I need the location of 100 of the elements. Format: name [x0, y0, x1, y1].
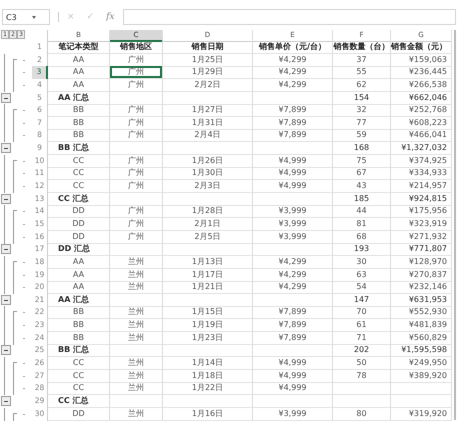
collapse-button[interactable] — [1, 396, 11, 406]
table-cell[interactable]: 兰州 — [110, 268, 163, 282]
table-cell[interactable] — [253, 243, 333, 256]
table-cell[interactable]: 50 — [333, 357, 391, 370]
table-cell[interactable] — [110, 394, 163, 408]
table-cell[interactable] — [253, 142, 333, 156]
table-cell[interactable]: ¥3,999 — [253, 230, 333, 244]
table-cell[interactable]: ¥266,538 — [391, 78, 452, 92]
table-cell[interactable]: ¥7,899 — [253, 332, 333, 345]
header-cell[interactable]: 销售金额（元） — [391, 41, 452, 54]
table-cell[interactable]: 兰州 — [110, 281, 163, 294]
table-cell[interactable]: 广州 — [110, 167, 163, 180]
table-cell[interactable]: 广州 — [110, 230, 163, 244]
table-cell[interactable]: BB 汇总 — [48, 344, 110, 358]
table-cell[interactable]: BB — [48, 332, 110, 345]
table-cell[interactable]: 兰州 — [110, 370, 163, 383]
table-cell[interactable]: 147 — [333, 294, 391, 307]
table-cell[interactable]: ¥481,839 — [391, 319, 452, 332]
table-cell[interactable]: 63 — [333, 268, 391, 282]
table-cell[interactable]: ¥7,899 — [253, 104, 333, 118]
table-cell[interactable]: CC 汇总 — [48, 394, 110, 408]
table-cell[interactable]: ¥4,999 — [253, 382, 333, 396]
table-cell[interactable]: 1月25日 — [163, 54, 253, 67]
table-cell[interactable]: ¥1,327,032 — [391, 142, 452, 156]
collapse-button[interactable] — [1, 143, 11, 154]
table-cell[interactable]: 广州 — [110, 180, 163, 194]
table-cell[interactable]: 2月3日 — [163, 180, 253, 194]
table-cell[interactable]: 1月21日 — [163, 281, 253, 294]
table-cell[interactable]: 70 — [333, 306, 391, 320]
table-cell[interactable]: ¥466,041 — [391, 129, 452, 142]
table-cell[interactable]: 55 — [333, 66, 391, 80]
table-cell[interactable]: ¥560,829 — [391, 332, 452, 345]
table-cell[interactable]: CC — [48, 370, 110, 383]
table-cell[interactable] — [163, 142, 253, 156]
header-cell[interactable]: 笔记本类型 — [48, 41, 110, 54]
table-cell[interactable]: 1月28日 — [163, 205, 253, 218]
table-cell[interactable]: ¥334,933 — [391, 167, 452, 180]
table-cell[interactable]: ¥175,956 — [391, 205, 452, 218]
table-cell[interactable]: ¥1,595,598 — [391, 344, 452, 358]
table-cell[interactable] — [253, 92, 333, 105]
table-cell[interactable]: 68 — [333, 230, 391, 244]
table-cell[interactable] — [110, 344, 163, 358]
table-cell[interactable]: 兰州 — [110, 319, 163, 332]
table-cell[interactable]: 62 — [333, 78, 391, 92]
table-cell[interactable]: 兰州 — [110, 357, 163, 370]
table-cell[interactable]: 80 — [333, 408, 391, 421]
collapse-button[interactable] — [1, 244, 11, 254]
table-cell[interactable]: 广州 — [110, 54, 163, 67]
table-cell[interactable] — [163, 394, 253, 408]
table-cell[interactable]: 1月30日 — [163, 167, 253, 180]
header-cell[interactable]: 销售地区 — [110, 41, 163, 54]
table-cell[interactable] — [110, 294, 163, 307]
table-cell[interactable]: 61 — [333, 319, 391, 332]
table-cell[interactable]: CC — [48, 154, 110, 168]
table-cell[interactable]: CC — [48, 167, 110, 180]
table-cell[interactable]: ¥4,999 — [253, 357, 333, 370]
table-cell[interactable]: 广州 — [110, 154, 163, 168]
table-cell[interactable]: AA — [48, 268, 110, 282]
table-cell[interactable]: 1月13日 — [163, 256, 253, 269]
table-cell[interactable] — [110, 142, 163, 156]
table-cell[interactable]: 78 — [333, 370, 391, 383]
table-cell[interactable]: 1月23日 — [163, 332, 253, 345]
table-cell[interactable]: BB — [48, 319, 110, 332]
table-cell[interactable]: ¥4,999 — [253, 167, 333, 180]
table-cell[interactable]: CC — [48, 382, 110, 396]
table-cell[interactable] — [163, 243, 253, 256]
table-cell[interactable]: AA — [48, 66, 110, 80]
name-box[interactable]: C3 — [2, 9, 50, 25]
table-cell[interactable] — [163, 294, 253, 307]
table-cell[interactable]: BB — [48, 306, 110, 320]
table-cell[interactable]: 1月19日 — [163, 319, 253, 332]
table-cell[interactable]: ¥7,899 — [253, 306, 333, 320]
table-cell[interactable]: ¥374,925 — [391, 154, 452, 168]
dropdown-arrow-icon[interactable] — [32, 16, 36, 18]
table-cell[interactable]: 1月16日 — [163, 408, 253, 421]
table-cell[interactable]: ¥4,299 — [253, 78, 333, 92]
table-cell[interactable]: ¥771,807 — [391, 243, 452, 256]
table-cell[interactable]: ¥4,299 — [253, 281, 333, 294]
table-cell[interactable]: ¥236,445 — [391, 66, 452, 80]
table-cell[interactable]: 广州 — [110, 129, 163, 142]
table-cell[interactable]: 54 — [333, 281, 391, 294]
table-cell[interactable]: ¥7,899 — [253, 319, 333, 332]
table-cell[interactable]: ¥214,957 — [391, 180, 452, 194]
table-cell[interactable]: ¥4,299 — [253, 54, 333, 67]
table-cell[interactable]: 兰州 — [110, 332, 163, 345]
table-cell[interactable]: ¥4,299 — [253, 256, 333, 269]
table-cell[interactable]: ¥249,950 — [391, 357, 452, 370]
table-cell[interactable]: ¥4,999 — [253, 370, 333, 383]
table-cell[interactable]: ¥3,999 — [253, 205, 333, 218]
table-cell[interactable]: AA — [48, 78, 110, 92]
table-cell[interactable]: ¥662,046 — [391, 92, 452, 105]
table-cell[interactable]: 37 — [333, 54, 391, 67]
table-cell[interactable]: 2月2日 — [163, 78, 253, 92]
table-cell[interactable]: ¥4,299 — [253, 268, 333, 282]
table-cell[interactable]: ¥552,930 — [391, 306, 452, 320]
table-cell[interactable]: 77 — [333, 116, 391, 130]
table-cell[interactable]: ¥252,768 — [391, 104, 452, 118]
table-cell[interactable]: ¥3,999 — [253, 218, 333, 231]
table-cell[interactable]: AA — [48, 281, 110, 294]
table-cell[interactable]: 2月5日 — [163, 230, 253, 244]
